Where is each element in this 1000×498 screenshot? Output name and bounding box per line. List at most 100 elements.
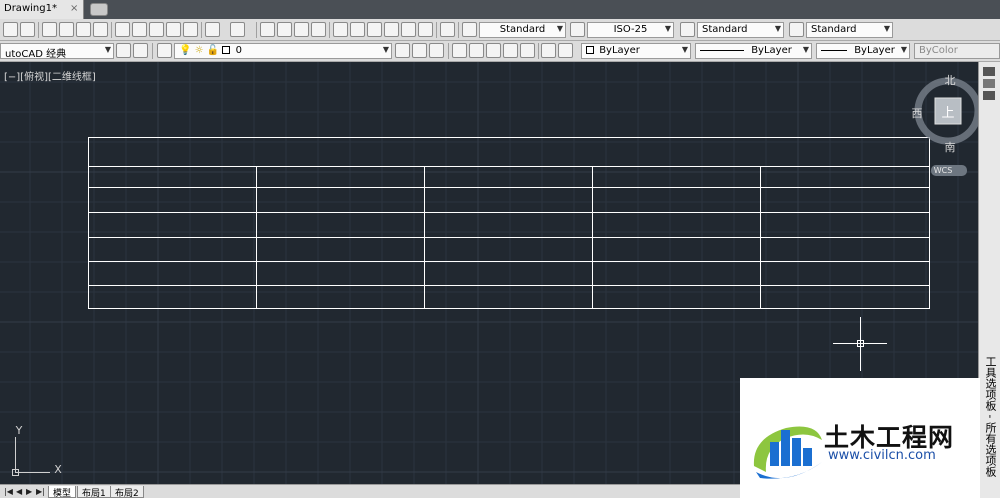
redo-icon[interactable] [230,22,245,37]
palette-close-icon[interactable] [983,67,995,76]
markup-icon[interactable] [401,22,416,37]
make-current-layer-icon[interactable] [395,43,410,58]
linetype-preview [700,49,744,51]
viewcube-south-label: 南 [945,141,956,154]
tab-model[interactable]: 模型 [48,486,77,498]
layer-thaw-icon: ☼ [194,45,204,56]
table-outline [88,137,930,309]
save-icon[interactable] [20,22,35,37]
ucs-icon [12,437,50,476]
cut-icon[interactable] [115,22,130,37]
color-picker-icon[interactable] [558,43,573,58]
table-style-icon[interactable] [680,22,695,37]
workspace-settings-icon[interactable] [116,43,131,58]
ucs-y-label: Y [15,424,23,437]
layer-color-swatch [222,46,231,54]
layer-on-icon: 💡 [179,45,192,56]
toolbar-separator [458,22,459,38]
last-tab-icon[interactable]: ▶| [36,487,45,496]
lineweight-preview [821,49,847,51]
text-style-select[interactable]: Standard ▼ [479,22,566,38]
viewcube-north-label: 北 [945,74,956,87]
document-tab[interactable]: Drawing1* × [0,0,84,19]
tab-layout2[interactable]: 布局2 [110,486,144,498]
design-center-icon[interactable] [350,22,365,37]
tool-palettes-icon[interactable] [367,22,382,37]
layer-manager-icon[interactable] [157,43,172,58]
close-tab-icon[interactable]: × [70,3,78,14]
dim-style-select[interactable]: ISO-25 ▼ [587,22,674,38]
toolbar-separator [448,43,449,59]
standard-toolbar: Standard ▼ ISO-25 ▼ Standard ▼ Standard ▼ [0,19,1000,41]
palette-properties-icon[interactable] [983,91,995,100]
open-icon[interactable] [3,22,18,37]
linetype-select[interactable]: ByLayer ▼ [695,43,812,59]
calculator-icon[interactable] [418,22,433,37]
pan-icon[interactable] [260,22,275,37]
crosshair-cursor [833,317,887,371]
publish-icon[interactable] [76,22,91,37]
table-style-select[interactable]: Standard ▼ [697,22,784,38]
cylinder-icon[interactable] [486,43,501,58]
cone-icon[interactable] [503,43,518,58]
first-tab-icon[interactable]: |◀ [4,487,13,496]
toolbar-separator [111,22,112,38]
color-swatch [586,46,594,54]
layer-lock-icon: 🔓 [206,45,220,56]
tool-palette-strip[interactable]: 工具选项板 - 所有选项板 [978,62,1000,498]
document-tab-title: Drawing1* [4,3,57,14]
workspace-save-icon[interactable] [133,43,148,58]
view-cube-icon[interactable] [541,43,556,58]
zoom-realtime-icon[interactable] [277,22,292,37]
copy-icon[interactable] [132,22,147,37]
table-entity[interactable] [88,137,930,309]
tab-layout1[interactable]: 布局1 [77,486,111,498]
lineweight-select[interactable]: ByLayer ▼ [816,43,910,59]
dim-style-icon[interactable] [570,22,585,37]
text-style-icon[interactable] [462,22,477,37]
block-editor-icon[interactable] [183,22,198,37]
layer-states-icon[interactable] [429,43,444,58]
plotstyle-select[interactable]: ByColor [914,43,1000,59]
3d-dwf-icon[interactable] [93,22,108,37]
tool-palette-title: 工具选项板 - 所有选项板 [984,356,997,477]
workspace-select[interactable]: utoCAD 经典 ▼ [0,43,114,59]
toolbar-separator [201,22,202,38]
toolbar-separator [329,22,330,38]
layer-select[interactable]: 💡 ☼ 🔓 0 ▼ [174,43,392,59]
plot-preview-icon[interactable] [59,22,74,37]
toolbar-separator [38,22,39,38]
viewcube[interactable]: 北 西 南 上 WCS [912,74,979,176]
plot-icon[interactable] [42,22,57,37]
mleader-style-select[interactable]: Standard ▼ [806,22,893,38]
sheet-set-icon[interactable] [384,22,399,37]
match-properties-icon[interactable] [166,22,181,37]
new-tab-button[interactable] [90,3,108,16]
zoom-window-icon[interactable] [294,22,309,37]
viewcube-top-label: 上 [941,106,954,121]
prev-tab-icon[interactable]: ◀ [16,487,22,496]
mleader-style-icon[interactable] [789,22,804,37]
palette-autohide-icon[interactable] [983,79,995,88]
toolbar-separator [152,43,153,59]
toolbar-separator [538,43,539,59]
properties-icon[interactable] [333,22,348,37]
color-select[interactable]: ByLayer ▼ [581,43,691,59]
viewcube-west-label: 西 [912,107,923,120]
wedge-icon[interactable] [520,43,535,58]
viewport-controls-label[interactable]: [−][俯视][二维线框] [4,68,96,83]
help-icon[interactable] [440,22,455,37]
toolbar-separator [256,22,257,38]
watermark-url: www.civilcn.com [828,448,936,463]
paste-icon[interactable] [149,22,164,37]
zoom-previous-icon[interactable] [311,22,326,37]
document-tab-strip: Drawing1* × [0,0,1000,19]
watermark-logo: 土木工程网 www.civilcn.com [740,378,980,498]
layers-toolbar: utoCAD 经典 ▼ 💡 ☼ 🔓 0 ▼ ByLayer ▼ ByLayer ▼ By… [0,41,1000,62]
sphere-icon[interactable] [469,43,484,58]
next-tab-icon[interactable]: ▶ [26,487,32,496]
box-icon[interactable] [452,43,467,58]
layer-previous-icon[interactable] [412,43,427,58]
ucs-x-label: X [54,463,62,476]
undo-icon[interactable] [205,22,220,37]
